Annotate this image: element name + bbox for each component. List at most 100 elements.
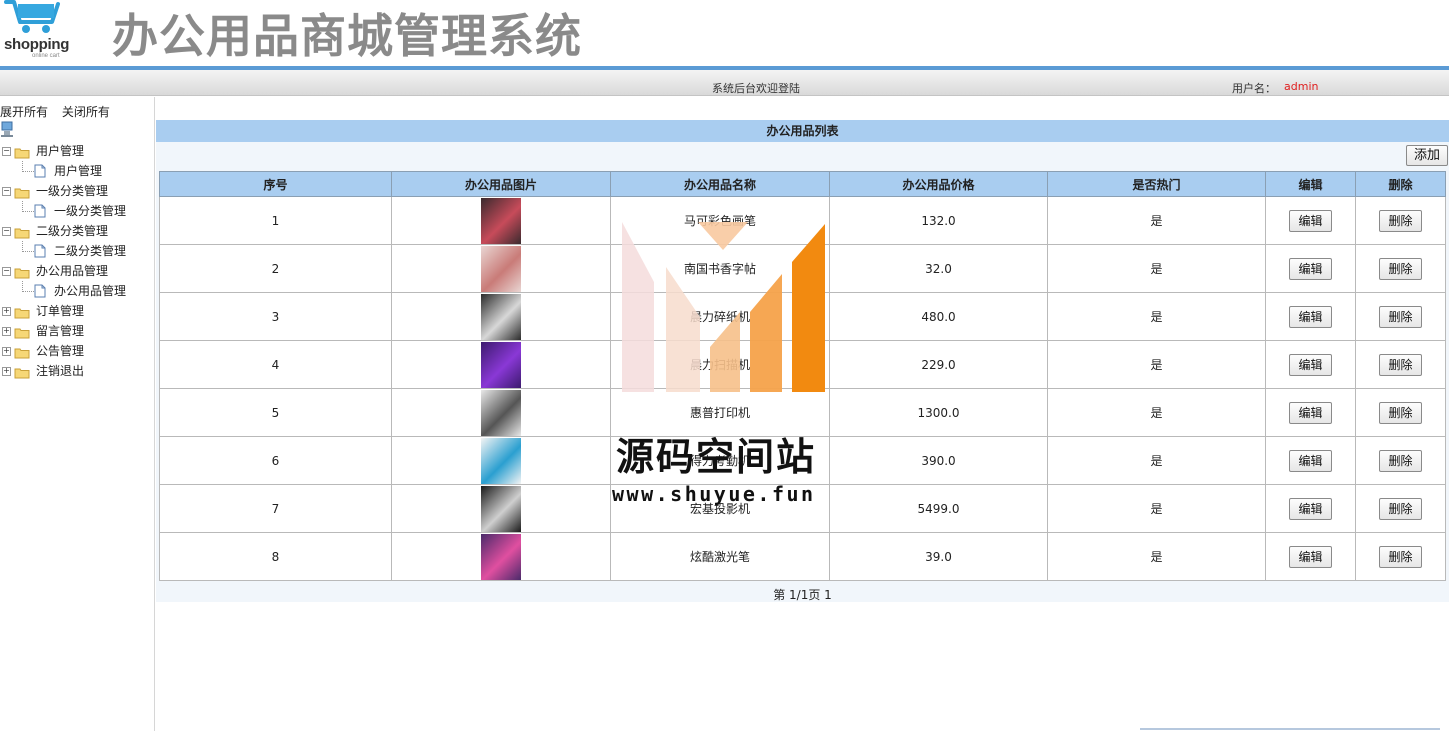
- folder-icon: [14, 145, 30, 159]
- pager[interactable]: 第 1/1页 1: [156, 586, 1449, 603]
- product-name: 马可彩色画笔: [610, 196, 830, 245]
- edit-cell: 编辑: [1265, 436, 1356, 485]
- header: shopping online cart 办公用品商城管理系统: [0, 0, 1449, 66]
- product-thumbnail: [481, 341, 521, 388]
- edit-button[interactable]: 编辑: [1289, 257, 1332, 280]
- sidebar-item-label[interactable]: 二级分类管理: [54, 241, 126, 261]
- edit-cell: 编辑: [1265, 196, 1356, 245]
- tree-connector: [22, 201, 34, 212]
- folder-icon: [14, 365, 30, 379]
- expand-icon[interactable]: +: [2, 307, 11, 316]
- sidebar-item-label[interactable]: 用户管理: [54, 161, 102, 181]
- edit-button[interactable]: 编辑: [1289, 401, 1332, 424]
- sidebar-group-label[interactable]: 办公用品管理: [36, 261, 108, 281]
- table-body: 1 马可彩色画笔 132.0 是编辑 删除 2 南国书香字帖 32.0 是编辑 删除 3 晨力碎纸机 4…: [159, 196, 1446, 581]
- product-hot: 是: [1047, 484, 1266, 533]
- edit-button[interactable]: 编辑: [1289, 353, 1332, 376]
- sidebar-group-label[interactable]: 公告管理: [36, 341, 84, 361]
- page-icon: [34, 164, 46, 178]
- delete-button[interactable]: 删除: [1379, 305, 1422, 328]
- folder-icon: [14, 265, 30, 279]
- product-hot: 是: [1047, 244, 1266, 293]
- table-row: 3 晨力碎纸机 480.0 是编辑 删除: [159, 292, 1446, 341]
- column-header-col-image: 办公用品图片: [391, 171, 611, 197]
- logo-subtext: online cart: [32, 53, 60, 59]
- bottom-divider: [1140, 728, 1440, 730]
- product-price: 390.0: [829, 436, 1048, 485]
- delete-button[interactable]: 删除: [1379, 353, 1422, 376]
- collapse-icon[interactable]: −: [2, 147, 11, 156]
- product-thumbnail: [481, 533, 521, 580]
- delete-button[interactable]: 删除: [1379, 497, 1422, 520]
- row-number: 3: [159, 292, 392, 341]
- collapse-all-link[interactable]: 关闭所有: [62, 105, 110, 119]
- row-number: 4: [159, 340, 392, 389]
- expand-icon[interactable]: +: [2, 327, 11, 336]
- sidebar-group-label[interactable]: 用户管理: [36, 141, 84, 161]
- column-header-col-name: 办公用品名称: [610, 171, 830, 197]
- column-header-col-edit: 编辑: [1265, 171, 1356, 197]
- collapse-icon[interactable]: −: [2, 267, 11, 276]
- delete-button[interactable]: 删除: [1379, 401, 1422, 424]
- product-price: 132.0: [829, 196, 1048, 245]
- product-thumbnail: [481, 485, 521, 532]
- table-row: 2 南国书香字帖 32.0 是编辑 删除: [159, 244, 1446, 293]
- folder-icon: [14, 185, 30, 199]
- product-thumbnail: [481, 245, 521, 292]
- sidebar-item-label[interactable]: 一级分类管理: [54, 201, 126, 221]
- tree-connector: [22, 241, 34, 252]
- edit-button[interactable]: 编辑: [1289, 449, 1332, 472]
- folder-icon: [14, 345, 30, 359]
- product-price: 1300.0: [829, 388, 1048, 437]
- product-hot: 是: [1047, 196, 1266, 245]
- product-price: 32.0: [829, 244, 1048, 293]
- edit-button[interactable]: 编辑: [1289, 305, 1332, 328]
- product-thumbnail: [481, 197, 521, 244]
- product-image-cell: [391, 292, 611, 341]
- product-hot: 是: [1047, 292, 1266, 341]
- edit-button[interactable]: 编辑: [1289, 545, 1332, 568]
- delete-cell: 删除: [1355, 244, 1446, 293]
- delete-button[interactable]: 删除: [1379, 209, 1422, 232]
- row-number: 2: [159, 244, 392, 293]
- delete-cell: 删除: [1355, 532, 1446, 581]
- product-table: 序号 办公用品图片 办公用品名称 办公用品价格 是否热门 编辑 删除 1 马可彩色画笔 132.…: [159, 171, 1446, 581]
- delete-button[interactable]: 删除: [1379, 545, 1422, 568]
- sidebar-group-label[interactable]: 注销退出: [36, 361, 84, 381]
- watermark-url: www.shuyue.fun: [612, 482, 816, 506]
- expand-all-link[interactable]: 展开所有: [0, 105, 48, 119]
- page-icon: [34, 244, 46, 258]
- add-button[interactable]: 添加: [1406, 145, 1448, 166]
- product-hot: 是: [1047, 436, 1266, 485]
- expand-icon[interactable]: +: [2, 347, 11, 356]
- edit-button[interactable]: 编辑: [1289, 497, 1332, 520]
- expand-icon[interactable]: +: [2, 367, 11, 376]
- product-thumbnail: [481, 293, 521, 340]
- tree-connector: [22, 281, 34, 292]
- edit-button[interactable]: 编辑: [1289, 209, 1332, 232]
- delete-button[interactable]: 删除: [1379, 449, 1422, 472]
- delete-cell: 删除: [1355, 388, 1446, 437]
- collapse-icon[interactable]: −: [2, 187, 11, 196]
- page-icon: [34, 284, 46, 298]
- table-row: 8 炫酷激光笔 39.0 是编辑 删除: [159, 532, 1446, 581]
- row-number: 7: [159, 484, 392, 533]
- system-title: 办公用品商城管理系统: [112, 9, 582, 63]
- sidebar-group-label[interactable]: 订单管理: [36, 301, 84, 321]
- table-row: 1 马可彩色画笔 132.0 是编辑 删除: [159, 196, 1446, 245]
- product-hot: 是: [1047, 532, 1266, 581]
- row-number: 5: [159, 388, 392, 437]
- delete-button[interactable]: 删除: [1379, 257, 1422, 280]
- column-header-col-no: 序号: [159, 171, 392, 197]
- sidebar-item-label[interactable]: 办公用品管理: [54, 281, 126, 301]
- product-hot: 是: [1047, 340, 1266, 389]
- sidebar: 展开所有 关闭所有 − 用户管理 用户管理 − 一级分类管理 一级分类管理 − 二级分类管理二…: [0, 97, 155, 731]
- product-image-cell: [391, 340, 611, 389]
- edit-cell: 编辑: [1265, 532, 1356, 581]
- product-price: 229.0: [829, 340, 1048, 389]
- sidebar-group-label[interactable]: 留言管理: [36, 321, 84, 341]
- sidebar-group-label[interactable]: 二级分类管理: [36, 221, 108, 241]
- product-name: 晨力扫描机: [610, 340, 830, 389]
- collapse-icon[interactable]: −: [2, 227, 11, 236]
- sidebar-group-label[interactable]: 一级分类管理: [36, 181, 108, 201]
